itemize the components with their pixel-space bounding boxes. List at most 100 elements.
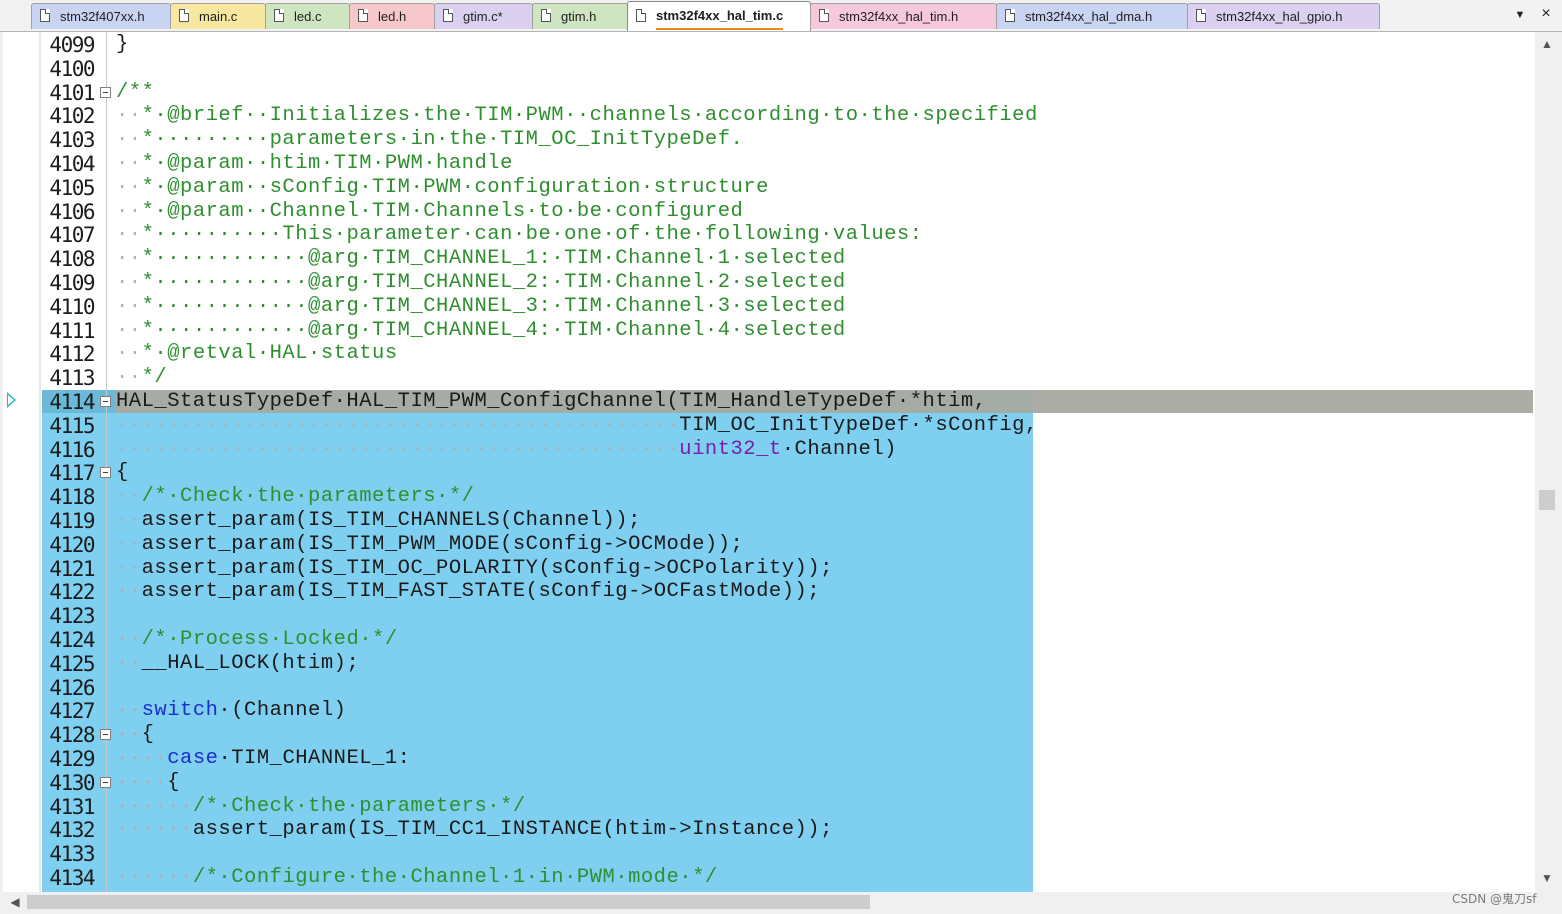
fold-guide [106,32,107,892]
code-line[interactable]: ····{ [116,771,180,795]
line-number: 4106 [49,200,95,224]
line-number: 4134 [49,866,95,890]
scroll-down-arrow-icon[interactable]: ▼ [1535,868,1559,888]
code-line[interactable]: ····case·TIM_CHANNEL_1: [116,747,410,771]
tab-label: gtim.c* [463,9,503,24]
code-line[interactable]: ······/*·Configure·the·Channel·1·in·PWM·… [116,866,718,890]
code-line[interactable]: ··*············@arg·TIM_CHANNEL_2:·TIM·C… [116,271,846,295]
file-tab[interactable]: gtim.h [532,3,628,29]
line-number: 4100 [49,57,95,81]
code-line[interactable]: ··*·@param··sConfig·TIM·PWM·configuratio… [116,176,769,200]
horizontal-scrollbar[interactable]: ◀ [3,892,1535,912]
code-line[interactable]: ··/*·Check·the·parameters·*/ [116,485,474,509]
code-line[interactable]: ··assert_param(IS_TIM_PWM_MODE(sConfig->… [116,533,743,557]
code-token: switch [141,699,219,722]
code-line[interactable]: /** [116,81,154,105]
fold-toggle-icon[interactable] [100,87,111,98]
line-number: 4127 [49,699,95,723]
code-line[interactable]: ········································… [116,438,897,462]
code-token: ·· [116,628,142,651]
code-line[interactable]: ······/*·Check·the·parameters·*/ [116,795,526,819]
code-token: ······ [116,795,193,818]
code-token: ·· [116,152,142,175]
code-line[interactable]: ··*············@arg·TIM_CHANNEL_4:·TIM·C… [116,319,846,343]
code-token: uint32_t [679,438,782,461]
fold-toggle-icon[interactable] [100,467,111,478]
document-icon [1196,9,1206,22]
document-icon [541,9,551,22]
horizontal-scroll-thumb[interactable] [27,895,870,909]
scroll-up-arrow-icon[interactable]: ▲ [1535,34,1559,54]
vertical-scrollbar[interactable]: ▲ ▼ [1535,32,1559,892]
line-number: 4115 [49,414,95,438]
code-token: ·· [116,557,142,580]
code-line[interactable]: ··{ [116,723,154,747]
close-icon[interactable]: × [1538,5,1554,23]
scroll-left-arrow-icon[interactable]: ◀ [5,892,25,912]
line-number: 4099 [49,33,95,57]
line-number: 4104 [49,152,95,176]
code-line[interactable]: ··*············@arg·TIM_CHANNEL_1:·TIM·C… [116,247,846,271]
code-token: ······ [116,818,193,841]
code-line[interactable]: ······assert_param(IS_TIM_CC1_INSTANCE(h… [116,818,833,842]
file-tab[interactable]: led.h [349,3,435,29]
code-token: ···· [116,771,168,794]
file-tab[interactable]: stm32f4xx_hal_dma.h [996,3,1188,29]
code-line[interactable]: } [116,33,129,57]
code-line[interactable]: ··assert_param(IS_TIM_FAST_STATE(sConfig… [116,580,820,604]
code-line[interactable]: ··/*·Process·Locked·*/ [116,628,398,652]
document-icon [1005,9,1015,22]
vertical-scroll-thumb[interactable] [1539,490,1555,510]
code-token: *············@arg·TIM_CHANNEL_1:·TIM·Cha… [141,247,846,270]
code-token: *············@arg·TIM_CHANNEL_2:·TIM·Cha… [141,271,846,294]
fold-toggle-icon[interactable] [100,396,111,407]
code-line[interactable]: ··*/ [116,366,167,390]
code-line[interactable]: { [116,461,129,485]
code-token: ·· [116,699,142,722]
code-token: { [141,723,155,746]
code-token: ········································… [116,438,680,461]
code-line[interactable]: ··*·@param··htim·TIM·PWM·handle [116,152,513,176]
tab-label: stm32f4xx_hal_tim.c [656,4,784,30]
code-token: ······ [116,866,193,889]
code-token: ·· [116,247,142,270]
document-icon [274,9,284,22]
file-tab[interactable]: gtim.c* [434,3,533,29]
file-tab[interactable]: stm32f4xx_hal_tim.c [627,1,811,31]
bookmark-margin[interactable] [3,32,39,892]
code-token: ·· [116,128,142,151]
code-line[interactable]: ··*·@brief··Initializes·the·TIM·PWM··cha… [116,104,1038,128]
fold-toggle-icon[interactable] [100,777,111,788]
code-token: assert_param(IS_TIM_OC_POLARITY(sConfig-… [141,557,833,580]
fold-toggle-icon[interactable] [100,729,111,740]
file-tab[interactable]: stm32f4xx_hal_tim.h [810,3,997,29]
code-token: ·· [116,319,142,342]
file-tab[interactable]: main.c [170,3,266,29]
code-line[interactable]: ··switch·(Channel) [116,699,346,723]
code-token: ········································… [116,414,680,437]
code-line[interactable]: ··*·········parameters·in·the·TIM_OC_Ini… [116,128,743,152]
document-icon [636,9,646,22]
code-line[interactable]: ········································… [116,414,1038,438]
code-token: *·@param··Channel·TIM·Channels·to·be·con… [141,200,744,223]
file-tab[interactable]: stm32f4xx_hal_gpio.h [1187,3,1380,29]
code-line[interactable]: ··*·@param··Channel·TIM·Channels·to·be·c… [116,200,743,224]
chevron-down-icon[interactable]: ▼ [1512,7,1528,23]
code-token: ·· [116,485,142,508]
file-tab[interactable]: led.c [265,3,350,29]
code-line[interactable]: ··assert_param(IS_TIM_CHANNELS(Channel))… [116,509,641,533]
tab-label: gtim.h [561,9,597,24]
line-number: 4105 [49,176,95,200]
code-editor[interactable]: 4099} 4100 4101/** 4102 ··*·@brief··Initiali… [3,32,1535,892]
document-icon [819,9,829,22]
code-line[interactable]: ··*············@arg·TIM_CHANNEL_3:·TIM·C… [116,295,846,319]
file-tab[interactable]: stm32f407xx.h [31,3,171,29]
tab-label: stm32f407xx.h [60,9,145,24]
code-line[interactable]: ··*··········This·parameter·can·be·one·o… [116,223,923,247]
code-line[interactable]: ··__HAL_LOCK(htim); [116,652,359,676]
code-token: { [167,771,181,794]
line-number: 4133 [49,842,95,866]
code-line[interactable]: ··assert_param(IS_TIM_OC_POLARITY(sConfi… [116,557,833,581]
code-line[interactable]: HAL_StatusTypeDef·HAL_TIM_PWM_ConfigChan… [116,390,987,414]
code-line[interactable]: ··*·@retval·HAL·status [116,342,398,366]
